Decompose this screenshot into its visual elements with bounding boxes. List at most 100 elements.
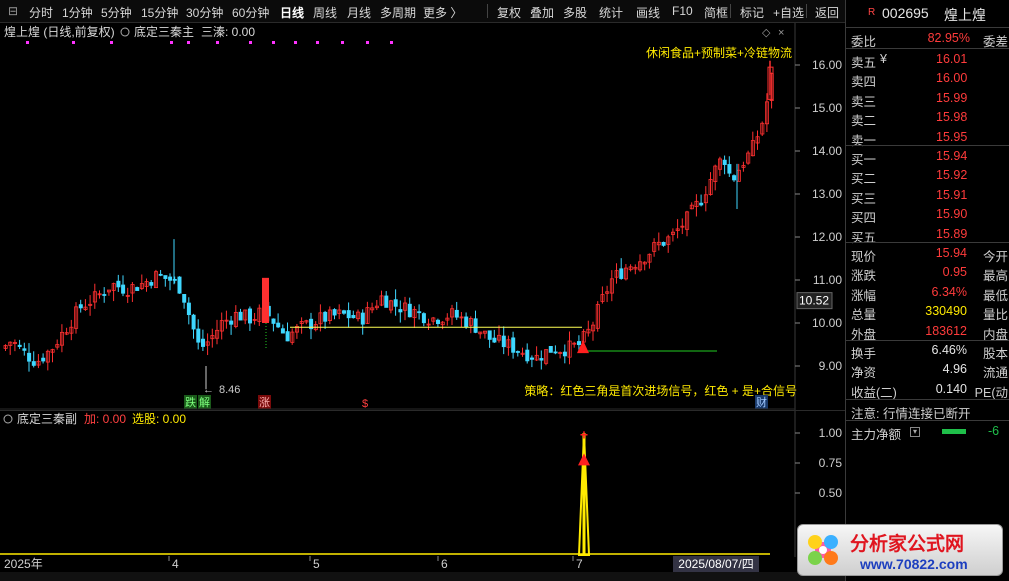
sub-pick-label: 选股: 0.00 [132, 412, 186, 426]
quote-stat-row: 现价 15.94 今开 [846, 244, 1009, 264]
quote-stat-row: 涨跌 0.95 最高 [846, 263, 1009, 284]
toolbar-item-3[interactable]: 15分钟 [141, 4, 178, 21]
toolbar-item-1[interactable]: 1分钟 [62, 4, 93, 21]
candle-down [116, 280, 121, 288]
bid-level-value: 15.91 [936, 187, 968, 202]
bid-level-row: 买五 15.89 [846, 225, 1009, 245]
candle-down [525, 349, 530, 362]
quote-stat-label: 涨跌 [851, 269, 877, 284]
signal-jie: 解 [199, 395, 210, 409]
toolbar-item-16[interactable]: F10 [672, 4, 693, 18]
toolbar-item-9[interactable]: 多周期 [380, 4, 416, 21]
signal-zhang: 涨 [259, 396, 270, 409]
toolbar-item-13[interactable]: 多股 [563, 4, 587, 21]
signal-dot [390, 41, 393, 44]
signal-dot [170, 41, 173, 44]
ask-level-row: 卖二 15.98 [846, 108, 1009, 128]
main-indicator-value: 三溱: 0.00 [201, 25, 255, 39]
ask-level-row: 卖五 ¥16.01 [846, 50, 1009, 70]
signal-dot [187, 41, 190, 44]
bottom-tab-strip[interactable] [0, 572, 845, 581]
candle-down [727, 164, 732, 174]
candle-down [238, 311, 243, 321]
signal-dot [110, 41, 113, 44]
candle-down [421, 313, 426, 324]
ask-level-row: 卖四 16.00 [846, 69, 1009, 89]
quote-stat2-row: 收益(二) 0.140 PE(动 [846, 380, 1009, 400]
date-axis-svg: 2025年 4 5 6 7 2025/08/07/四 [4, 556, 759, 572]
toolbar-item-19[interactable]: +自选 [773, 4, 804, 21]
stock-chart-app: 分时 1分钟 5分钟 15分钟 30分钟 60分钟 日线 周线 月线 多周期 更多 〉 复权 叠加 多股统… [0, 0, 1009, 581]
candle-down [341, 310, 346, 314]
quote-stat-row: 涨幅 6.34% 最低 [846, 283, 1009, 303]
quote-stat-label: 现价 [851, 250, 877, 264]
candle-down [393, 299, 398, 307]
date-axis: 2025年 4 5 6 7 2025/08/07/四 [0, 556, 845, 572]
toolbar-item-0[interactable]: 分时 [29, 4, 53, 21]
toolbar-item-6[interactable]: 日线 [280, 4, 304, 21]
date-label: 6 [441, 557, 448, 571]
toolbar-item-12[interactable]: 叠加 [530, 4, 554, 21]
candle-down [454, 309, 459, 318]
candle-down [135, 287, 140, 291]
toolbar-item-2[interactable]: 5分钟 [101, 4, 132, 21]
sub-indicator-chart[interactable]: 1.00 0.75 0.50 底定三秦副 加: 0.00 选股: 0.00 + [0, 410, 845, 557]
logo-title: 分析家公式网 [850, 532, 964, 555]
candle-down [464, 316, 469, 327]
candles [3, 72, 774, 372]
toolbar-item-7[interactable]: 周线 [313, 4, 337, 21]
candle-down [473, 318, 478, 333]
sub-chart-svg[interactable]: 1.00 0.75 0.50 底定三秦副 加: 0.00 选股: 0.00 + [0, 411, 845, 557]
toolbar-item-14[interactable]: 统计 [599, 4, 623, 21]
quote-stat-label2: 今开 [982, 250, 1008, 264]
divider [846, 420, 1009, 421]
layout-icon[interactable]: ⊟ [8, 4, 18, 18]
quote-stat-value: 6.34% [931, 284, 967, 299]
quote-stat2-label2: 股本 [982, 347, 1008, 361]
main-flow-row[interactable]: 主力净额 ▾ -6 [846, 422, 1009, 442]
candle-down [501, 335, 506, 348]
candle-down [384, 295, 389, 308]
candle-down [577, 341, 582, 346]
ask-level-row: 卖三 15.99 [846, 89, 1009, 109]
site-logo: 分析家公式网 www.70822.com [797, 524, 1003, 576]
quote-stat-label: 涨幅 [851, 288, 877, 303]
signal-dot [316, 41, 319, 44]
candle-down [200, 338, 205, 347]
toolbar-item-5[interactable]: 60分钟 [232, 4, 269, 21]
quote-panel: R 002695 煌上煌 委比 82.95% 委差 卖五 ¥16.01 卖四 16.0… [845, 0, 1009, 581]
main-kline-chart[interactable]: 16.00 15.00 14.00 13.00 12.00 11.00 10.00 9.00 1… [0, 23, 845, 410]
toolbar-item-18[interactable]: 标记 [740, 4, 764, 21]
toolbar-item-10[interactable]: 更多 〉 [423, 4, 462, 21]
quote-stat-value: 0.95 [942, 265, 967, 280]
candle-down [732, 175, 737, 181]
quote-stat2-label2: PE(动 [974, 385, 1008, 400]
sub-tick-label: 0.50 [819, 486, 843, 500]
main-chart-svg[interactable]: 16.00 15.00 14.00 13.00 12.00 11.00 10.00 9.00 1… [0, 23, 845, 410]
toolbar-item-15[interactable]: 画线 [636, 4, 660, 21]
candle-down [191, 314, 196, 330]
low-price-label: 8.46 [219, 384, 240, 396]
divider [846, 242, 1009, 243]
signal-dot [216, 41, 219, 44]
ask-level-row: 卖一 15.95 [846, 128, 1009, 148]
signal-s: $ [362, 398, 368, 410]
dropdown-icon[interactable]: ▾ [910, 427, 920, 437]
candle-down [492, 337, 497, 343]
period-toolbar: 分时 1分钟 5分钟 15分钟 30分钟 60分钟 日线 周线 月线 多周期 更多 〉 复权 叠加 多股统… [0, 0, 845, 23]
candle-down [276, 322, 281, 328]
candle-down [346, 310, 351, 319]
toolbar-item-8[interactable]: 月线 [347, 4, 371, 21]
date-label: 5 [313, 557, 320, 571]
quote-stat2-label: 收益(二) [851, 385, 897, 400]
stock-code: 002695 [882, 5, 929, 21]
candle-down [619, 268, 624, 279]
toolbar-item-17[interactable]: 简框 [704, 4, 728, 21]
toolbar-item-20[interactable]: 返回 [815, 4, 839, 21]
toolbar-item-11[interactable]: 复权 [497, 4, 521, 21]
candle-down [17, 344, 22, 347]
indicator-settings-icon [120, 27, 130, 37]
signal-dot [366, 41, 369, 44]
quote-stat2-label: 换手 [851, 347, 877, 361]
toolbar-item-4[interactable]: 30分钟 [186, 4, 223, 21]
